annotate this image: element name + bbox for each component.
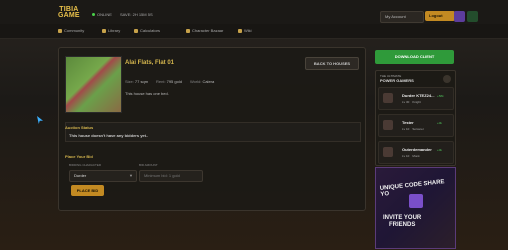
gamer-level: Lv 10 [402,154,410,158]
nav-wiki[interactable]: Wiki [238,28,252,33]
gamer-stat: +0k [437,121,442,125]
gamer-level: Lv 30 [402,100,410,104]
gamer-level: Lv 10 [402,127,410,131]
nav-label: Community [64,28,85,33]
gamers-title: POWER GAMERS [380,78,414,83]
discord-icon[interactable] [467,11,478,22]
mouse-cursor-icon [37,116,43,124]
library-icon [102,28,106,33]
gamer-name: Durder KTEZ24... [402,93,435,98]
nav-label: Calculators [140,28,161,33]
gamer-meta: Lv 10 Monk [402,154,420,158]
place-bid-title: Place Your Bid [65,154,93,159]
bid-amount-label: BID AMOUNT [139,163,158,167]
rent-attr: Rent:795 gold [156,79,182,84]
gamer-stat: +58k [437,94,444,98]
auction-status-title: Auction Status [65,125,94,130]
wiki-icon [238,28,242,33]
gamer-vocation: Knight [412,100,421,104]
twitch-icon[interactable] [454,11,465,22]
rent-label: Rent: [156,79,166,84]
online-dot-icon [92,13,95,16]
avatar [383,120,393,130]
calculator-icon [134,28,138,33]
list-item[interactable]: Outerdemander Lv 10 Monk +0k [378,141,454,164]
gamer-name: Tester [402,120,414,125]
list-item[interactable]: Durder KTEZ24... Lv 30 Knight +58k [378,87,454,110]
world-attr: World:Calera [190,79,214,84]
top-bar: TIBIA GAME ONLINE SAVE: 2H 15M 5S My Acc… [0,0,508,25]
gamer-vocation: Monk [412,154,420,158]
world-label: World: [189,79,202,84]
house-attributes: Size:77 sqm Rent:795 gold World:Calera [125,79,214,84]
bidding-character-label: BIDDING CHARACTER [69,163,102,167]
gamer-vocation: Sorcerer [412,127,424,131]
place-bid-button[interactable]: PLACE BID [71,185,104,196]
invite-friends-banner[interactable]: UNIQUE CODE SHARE YO INVITE YOUR FRIENDS [375,167,456,249]
promo-cta-line2: FRIENDS [389,222,416,228]
nav-label: Wiki [244,28,252,33]
online-status: ONLINE [92,12,112,17]
my-account-button[interactable]: My Account [380,11,424,23]
logout-button[interactable]: Logout [425,11,455,21]
twitch-icon [409,194,423,208]
logo-text-bottom: GAME [58,12,80,19]
nav-label: Character Bazaar [192,28,224,33]
bed-note: This house has one bed. [125,91,169,96]
community-icon [58,28,62,33]
gamer-meta: Lv 30 Knight [402,100,421,104]
save-timer: SAVE: 2H 15M 5S [120,12,153,17]
gamer-meta: Lv 10 Sorcerer [402,127,424,131]
house-panel: Alai Flats, Flat 01 BACK TO HOUSES Size:… [58,47,366,211]
download-client-button[interactable]: DOWNLOAD CLIENT [375,50,454,64]
bid-amount-input[interactable]: Minimum bid: 1 gold [139,170,203,182]
gamer-name: Outerdemander [402,147,432,152]
back-to-houses-button[interactable]: BACK TO HOUSES [305,57,359,70]
auction-status-box [65,122,361,142]
online-label: ONLINE [97,12,112,17]
size-value: 77 sqm [134,79,149,84]
gamer-stat: +0k [437,148,442,152]
nav-calculators[interactable]: Calculators [134,28,160,33]
auction-status-text: This house doesn't have any bidders yet.… [69,133,149,138]
nav-character-bazaar[interactable]: Character Bazaar [186,28,223,33]
power-gamers-panel: THE ULTIMATE POWER GAMERS Durder KTEZ24.… [375,70,456,166]
avatar [383,93,393,103]
size-attr: Size:77 sqm [125,79,148,84]
nav-library[interactable]: Library [102,28,120,33]
chevron-down-icon: ▼ [129,173,133,178]
nav-label: Library [108,28,121,33]
house-title: Alai Flats, Flat 01 [125,60,175,66]
nav-community[interactable]: Community [58,28,84,33]
world-value: Calera [202,79,215,84]
gamers-more-icon[interactable] [443,75,451,83]
main-nav: Community Library Calculators Character … [0,24,508,39]
game-logo[interactable]: TIBIA GAME [58,6,80,19]
selected-character: Durder [74,173,87,178]
rent-value: 795 gold [166,79,182,84]
list-item[interactable]: Tester Lv 10 Sorcerer +0k [378,114,454,137]
house-map-thumbnail [65,56,122,113]
promo-cta-line1: INVITE YOUR [383,215,422,221]
bidding-character-select[interactable]: Durder ▼ [69,170,137,182]
size-label: Size: [125,79,134,84]
avatar [383,147,393,157]
bazaar-icon [186,28,190,33]
promo-cta: INVITE YOUR FRIENDS [383,215,421,229]
